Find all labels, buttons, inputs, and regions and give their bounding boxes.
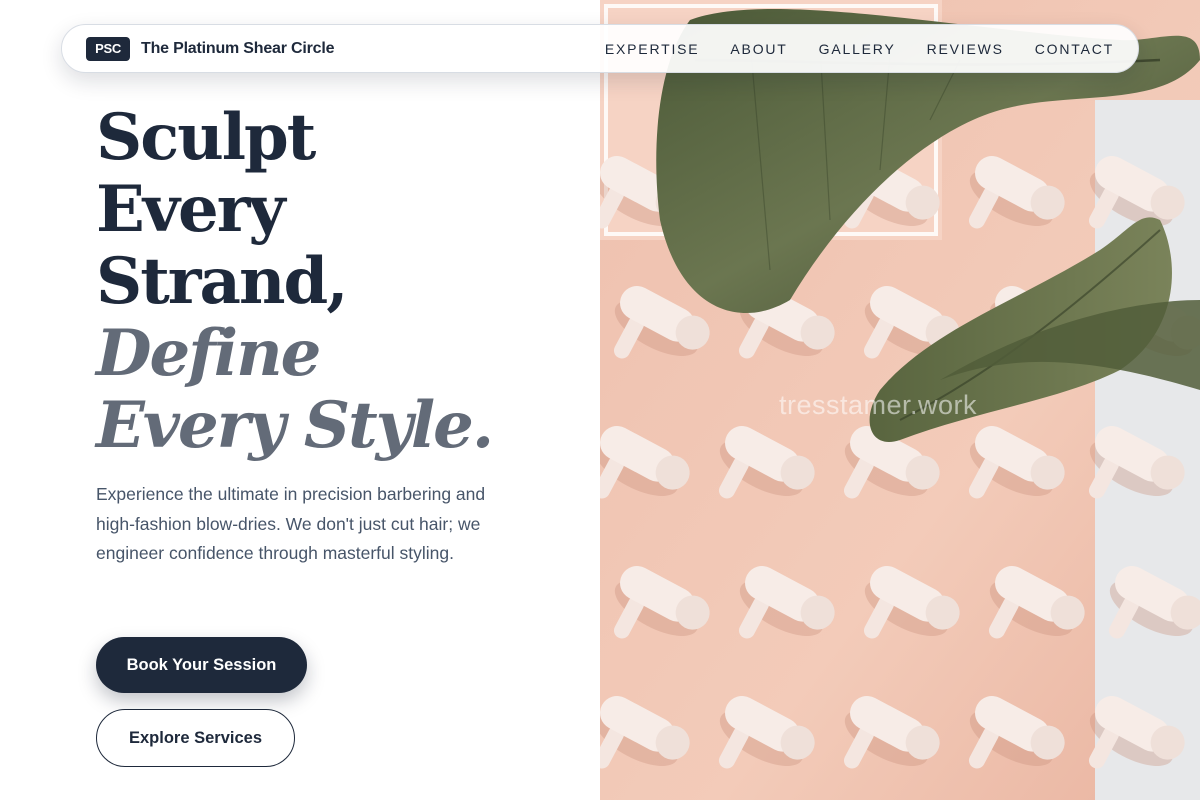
book-session-button[interactable]: Book Your Session	[96, 637, 307, 693]
headline-line: Sculpt	[96, 100, 316, 175]
brand-name: The Platinum Shear Circle	[141, 39, 335, 57]
explore-services-button[interactable]: Explore Services	[96, 709, 295, 767]
hero-description: Experience the ultimate in precision bar…	[96, 484, 486, 563]
headline-accent-line: Every Style.	[96, 388, 494, 463]
nav-link-reviews[interactable]: REVIEWS	[927, 41, 1004, 57]
watermark-text: tresstamer.work	[779, 390, 978, 420]
nav-link-gallery[interactable]: GALLERY	[819, 41, 896, 57]
headline-accent-line: Define	[96, 316, 321, 391]
brand-badge: PSC	[86, 36, 130, 61]
brand-logo[interactable]: PSC The Platinum Shear Circle	[86, 36, 335, 61]
top-navbar: PSC The Platinum Shear Circle EXPERTISE …	[61, 24, 1139, 73]
nav-links: EXPERTISE ABOUT GALLERY REVIEWS CONTACT	[605, 41, 1114, 57]
headline-line: Every	[96, 172, 286, 247]
headline-line: Strand,	[96, 244, 349, 319]
nav-link-expertise[interactable]: EXPERTISE	[605, 41, 700, 57]
nav-link-contact[interactable]: CONTACT	[1035, 41, 1114, 57]
hero-headline: Sculpt Every Strand, Define Every Style.	[96, 102, 576, 462]
nav-link-about[interactable]: ABOUT	[730, 41, 787, 57]
